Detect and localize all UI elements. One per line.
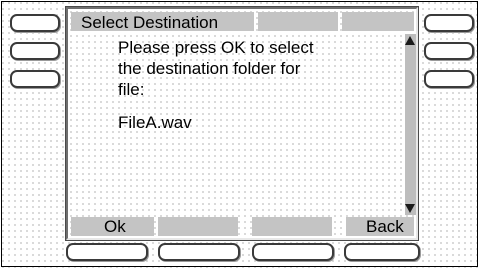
header-bar-title-segment: Select Destination bbox=[71, 12, 254, 32]
header-bar-segment bbox=[258, 12, 338, 31]
softkey-2-button[interactable] bbox=[158, 243, 240, 261]
file-name: FileA.wav bbox=[118, 113, 192, 132]
scroll-up-arrow-icon[interactable] bbox=[405, 36, 415, 45]
right-line-button-1[interactable] bbox=[424, 14, 474, 32]
scrollbar[interactable] bbox=[405, 34, 416, 215]
softkey-back-label: Back bbox=[366, 217, 404, 236]
left-line-button-3[interactable] bbox=[10, 70, 60, 88]
softkey-3-button[interactable] bbox=[252, 243, 334, 261]
softkey-3-label-area bbox=[252, 217, 332, 236]
phone-screen: Select Destination Please press OK to se… bbox=[65, 6, 419, 241]
right-line-button-2[interactable] bbox=[424, 42, 474, 60]
softkey-ok-button[interactable] bbox=[66, 243, 148, 261]
message-line: the destination folder for bbox=[118, 59, 301, 78]
message-line: file: bbox=[118, 80, 145, 99]
right-line-button-3[interactable] bbox=[424, 70, 474, 88]
left-line-button-2[interactable] bbox=[10, 42, 60, 60]
softkey-2-label-area bbox=[158, 217, 238, 236]
softkey-ok-label-area: Ok bbox=[71, 217, 154, 236]
scroll-down-arrow-icon[interactable] bbox=[405, 204, 415, 213]
softkey-ok-label: Ok bbox=[104, 217, 126, 236]
message-line: Please press OK to select bbox=[118, 38, 314, 57]
header-bar-segment bbox=[342, 12, 414, 31]
left-line-button-1[interactable] bbox=[10, 14, 60, 32]
softkey-back-button[interactable] bbox=[344, 243, 420, 261]
message-text: Please press OK to select the destinatio… bbox=[118, 37, 408, 133]
screen-title: Select Destination bbox=[81, 13, 219, 32]
softkey-back-label-area: Back bbox=[346, 217, 414, 236]
